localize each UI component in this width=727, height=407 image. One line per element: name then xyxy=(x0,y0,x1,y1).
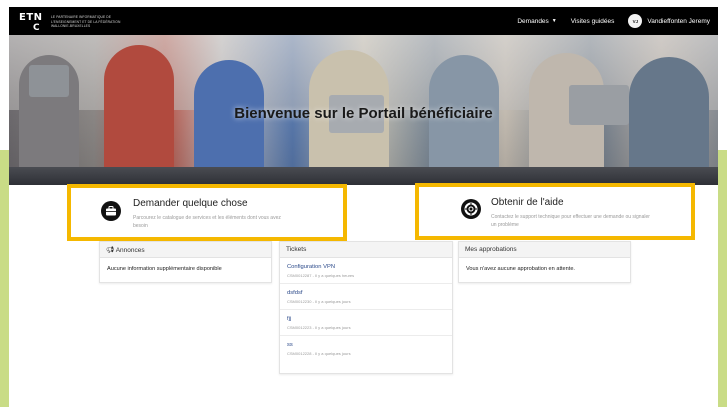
ticket-title: ss xyxy=(287,342,293,348)
approvals-empty-text: Vous n'avez aucune approbation en attent… xyxy=(466,266,575,272)
ticket-meta: CSM0012287 - Il y a quelques heures xyxy=(287,273,355,278)
tickets-header: Tickets xyxy=(280,242,452,258)
logo-tagline: LE PARTENAIRE INFORMATIQUE DE L'ENSEIGNE… xyxy=(51,15,121,28)
ticket-meta: CSM0012228 - Il y a quelques jours xyxy=(287,351,351,356)
approvals-panel: Mes approbations Vous n'avez aucune appr… xyxy=(458,241,631,283)
announcements-panel: 📢︎ Annonces Aucune information supplémen… xyxy=(99,241,272,283)
list-item[interactable]: dsfdsf CSM0012230 - Il y a quelques jour… xyxy=(280,284,452,310)
help-card-title: Obtenir de l'aide xyxy=(491,197,564,208)
get-help-card[interactable]: Obtenir de l'aide Contactez le support t… xyxy=(415,183,695,240)
ticket-meta: CSM0012230 - Il y a quelques jours xyxy=(287,299,351,304)
request-card-title: Demander quelque chose xyxy=(133,198,248,209)
nav-right-group: Demandes ▼ Visites guidées VJ Vandieffon… xyxy=(517,7,710,35)
hero-photo-laptop xyxy=(29,65,69,97)
requests-menu[interactable]: Demandes ▼ xyxy=(517,18,556,25)
help-card-description: Contactez le support technique pour effe… xyxy=(491,214,650,228)
user-name: Vandieffonten Jeremy xyxy=(647,17,710,25)
guided-tours-link[interactable]: Visites guidées xyxy=(571,18,615,25)
tickets-panel: Tickets Configuration VPN CSM0012287 - I… xyxy=(279,241,453,374)
list-item[interactable]: ss CSM0012228 - Il y a quelques jours xyxy=(280,336,452,361)
etnic-logo[interactable]: ETN C xyxy=(19,10,47,33)
hero-banner: Bienvenue sur le Portail bénéficiaire xyxy=(9,35,718,185)
requests-menu-label: Demandes xyxy=(517,17,549,25)
ticket-title: fjj xyxy=(287,316,292,322)
request-something-card[interactable]: Demander quelque chose Parcourez le cata… xyxy=(67,184,347,241)
right-side-strip xyxy=(718,150,727,407)
ticket-title: Configuration VPN xyxy=(287,264,336,270)
announcements-header: 📢︎ Annonces xyxy=(100,242,271,258)
top-navigation-bar: ETN C LE PARTENAIRE INFORMATIQUE DE L'EN… xyxy=(9,7,718,35)
page-title: Bienvenue sur le Portail bénéficiaire xyxy=(234,105,493,122)
list-item[interactable]: fjj CSM0012223 - Il y a quelques jours xyxy=(280,310,452,336)
user-menu[interactable]: VJ Vandieffonten Jeremy xyxy=(628,14,710,28)
chevron-down-icon: ▼ xyxy=(551,18,557,24)
list-item[interactable]: Configuration VPN CSM0012287 - Il y a qu… xyxy=(280,258,452,284)
avatar: VJ xyxy=(628,14,643,28)
ticket-title: dsfdsf xyxy=(287,290,303,296)
announcements-title: Annonces xyxy=(115,247,145,254)
megaphone-icon: 📢︎ xyxy=(106,247,115,254)
tickets-title: Tickets xyxy=(286,246,307,253)
lifebuoy-icon xyxy=(461,199,481,219)
announcements-empty-text: Aucune information supplémentaire dispon… xyxy=(107,266,222,272)
svg-text:C: C xyxy=(33,23,40,32)
left-side-strip xyxy=(0,150,9,407)
approvals-title: Mes approbations xyxy=(465,246,517,253)
ticket-meta: CSM0012223 - Il y a quelques jours xyxy=(287,325,351,330)
approvals-header: Mes approbations xyxy=(459,242,630,258)
guided-tours-label: Visites guidées xyxy=(570,17,615,25)
request-card-description: Parcourez le catalogue de services et le… xyxy=(133,215,281,229)
briefcase-icon xyxy=(101,201,121,221)
svg-text:ETN: ETN xyxy=(19,12,43,23)
